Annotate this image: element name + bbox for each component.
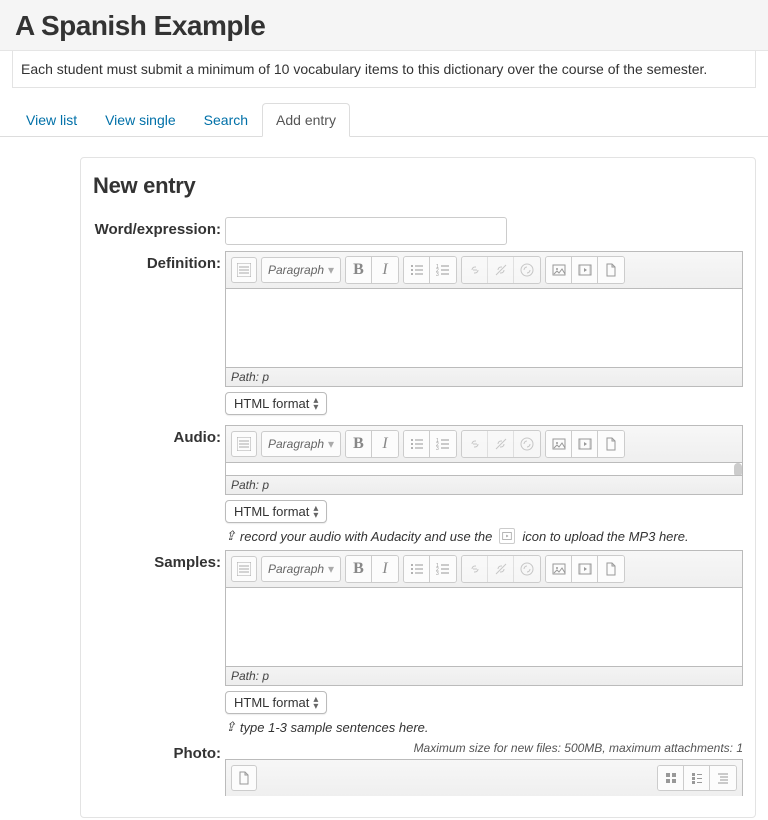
editor-toolbar: Paragraph▾ B I 123 xyxy=(226,551,742,588)
form-heading: New entry xyxy=(93,173,743,199)
toolbar-toggle-icon[interactable] xyxy=(231,431,257,457)
svg-text:3: 3 xyxy=(436,446,439,451)
file-icon[interactable] xyxy=(598,431,624,457)
form-panel: New entry Word/expression: Definition: P… xyxy=(80,157,756,818)
media-icon[interactable] xyxy=(572,257,598,283)
link-icon[interactable] xyxy=(462,556,488,582)
unlink-icon[interactable] xyxy=(488,257,514,283)
page-title: A Spanish Example xyxy=(15,10,753,42)
italic-icon[interactable]: I xyxy=(372,257,398,283)
file-icon[interactable] xyxy=(598,556,624,582)
photo-limits: Maximum size for new files: 500MB, maxim… xyxy=(225,741,743,755)
add-file-icon[interactable] xyxy=(231,765,257,791)
bold-icon[interactable]: B xyxy=(346,431,372,457)
numbered-list-icon[interactable]: 123 xyxy=(430,431,456,457)
view-details-icon[interactable] xyxy=(684,766,710,790)
audio-textarea[interactable] xyxy=(226,463,742,475)
media-icon[interactable] xyxy=(572,556,598,582)
tab-view-single[interactable]: View single xyxy=(91,103,190,137)
samples-editor: Paragraph▾ B I 123 xyxy=(225,550,743,686)
image-icon[interactable] xyxy=(546,257,572,283)
audio-editor: Paragraph▾ B I 123 xyxy=(225,425,743,495)
label-definition: Definition: xyxy=(93,251,225,415)
nolink-icon[interactable] xyxy=(514,556,540,582)
bullet-list-icon[interactable] xyxy=(404,257,430,283)
file-icon[interactable] xyxy=(598,257,624,283)
nolink-icon[interactable] xyxy=(514,431,540,457)
numbered-list-icon[interactable]: 123 xyxy=(430,556,456,582)
label-samples: Samples: xyxy=(93,550,225,735)
label-word: Word/expression: xyxy=(93,217,225,245)
italic-icon[interactable]: I xyxy=(372,431,398,457)
bullet-list-icon[interactable] xyxy=(404,556,430,582)
bold-icon[interactable]: B xyxy=(346,556,372,582)
label-audio: Audio: xyxy=(93,425,225,544)
paragraph-format-select[interactable]: Paragraph▾ xyxy=(261,556,341,582)
unlink-icon[interactable] xyxy=(488,431,514,457)
intro-text: Each student must submit a minimum of 10… xyxy=(12,51,756,88)
word-input[interactable] xyxy=(225,217,507,245)
editor-path: Path: p xyxy=(226,475,742,494)
samples-hint: ⇪ type 1-3 sample sentences here. xyxy=(225,719,743,735)
editor-toolbar: Paragraph▾ B I 123 xyxy=(226,252,742,289)
label-photo: Photo: xyxy=(93,741,225,796)
audio-format-select[interactable]: HTML format▴▾ xyxy=(225,500,327,523)
media-icon xyxy=(499,528,515,544)
definition-editor: Paragraph▾ B I 123 xyxy=(225,251,743,387)
svg-text:3: 3 xyxy=(436,272,439,277)
hint-icon: ⇪ xyxy=(225,719,236,735)
tab-add-entry[interactable]: Add entry xyxy=(262,103,350,137)
paragraph-format-select[interactable]: Paragraph▾ xyxy=(261,431,341,457)
italic-icon[interactable]: I xyxy=(372,556,398,582)
editor-toolbar: Paragraph▾ B I 123 xyxy=(226,426,742,463)
view-tree-icon[interactable] xyxy=(710,766,736,790)
hint-icon: ⇪ xyxy=(225,528,236,544)
editor-path: Path: p xyxy=(226,666,742,685)
view-icons-icon[interactable] xyxy=(658,766,684,790)
toolbar-toggle-icon[interactable] xyxy=(231,257,257,283)
link-icon[interactable] xyxy=(462,257,488,283)
definition-format-select[interactable]: HTML format▴▾ xyxy=(225,392,327,415)
tab-bar: View list View single Search Add entry xyxy=(0,103,768,137)
tab-view-list[interactable]: View list xyxy=(12,103,91,137)
tab-search[interactable]: Search xyxy=(190,103,262,137)
image-icon[interactable] xyxy=(546,556,572,582)
bold-icon[interactable]: B xyxy=(346,257,372,283)
file-picker-toolbar xyxy=(225,759,743,796)
link-icon[interactable] xyxy=(462,431,488,457)
audio-hint: ⇪ record your audio with Audacity and us… xyxy=(225,528,743,544)
media-icon[interactable] xyxy=(572,431,598,457)
paragraph-format-select[interactable]: Paragraph▾ xyxy=(261,257,341,283)
samples-format-select[interactable]: HTML format▴▾ xyxy=(225,691,327,714)
definition-textarea[interactable] xyxy=(226,289,742,367)
editor-path: Path: p xyxy=(226,367,742,386)
numbered-list-icon[interactable]: 123 xyxy=(430,257,456,283)
svg-text:3: 3 xyxy=(436,571,439,576)
nolink-icon[interactable] xyxy=(514,257,540,283)
page-header: A Spanish Example xyxy=(0,0,768,51)
samples-textarea[interactable] xyxy=(226,588,742,666)
image-icon[interactable] xyxy=(546,431,572,457)
unlink-icon[interactable] xyxy=(488,556,514,582)
bullet-list-icon[interactable] xyxy=(404,431,430,457)
toolbar-toggle-icon[interactable] xyxy=(231,556,257,582)
